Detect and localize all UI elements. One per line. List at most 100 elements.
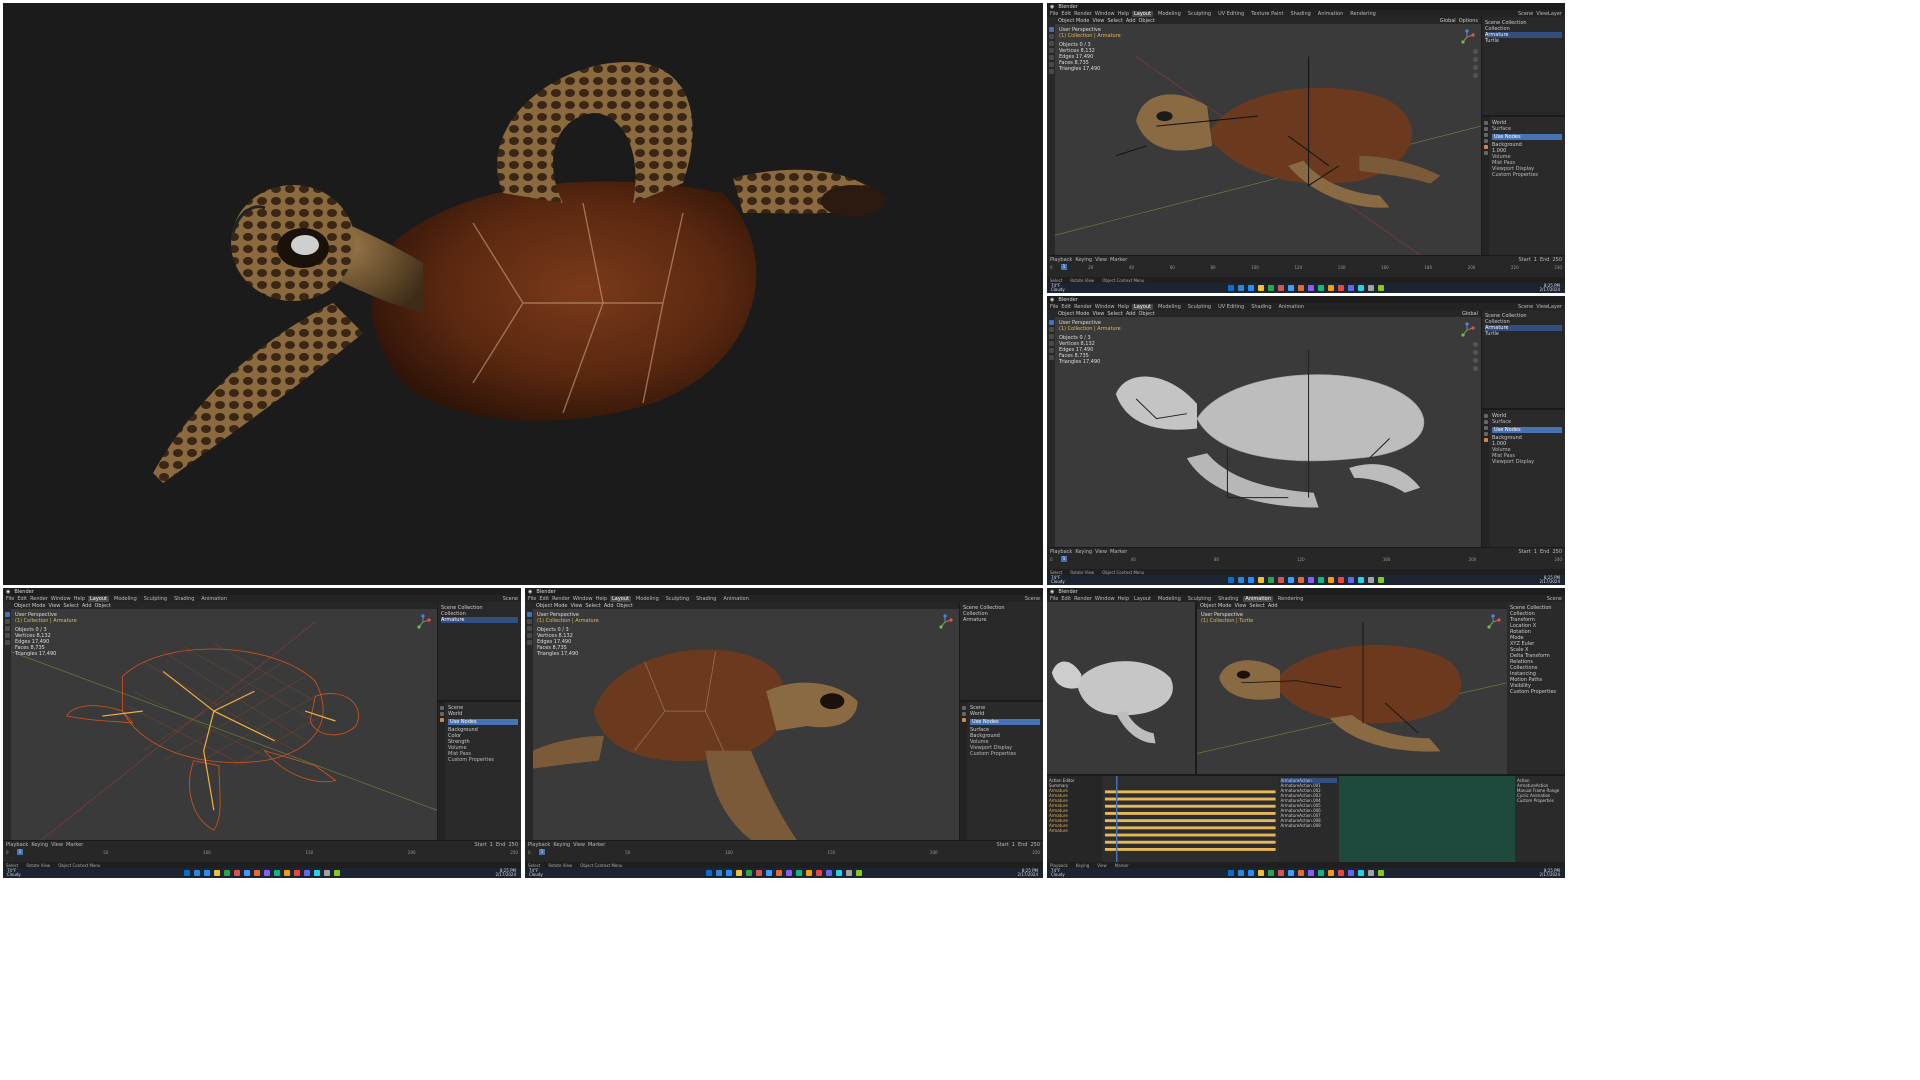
start-button-icon[interactable]: [1228, 870, 1234, 876]
timeline[interactable]: Playback Keying View Marker Start 1 End …: [525, 840, 1043, 862]
start-frame-field[interactable]: 1: [1012, 842, 1015, 848]
taskbar-app-icon[interactable]: [1338, 285, 1344, 291]
menu-edit[interactable]: Edit: [539, 596, 549, 602]
render-tab-icon[interactable]: [439, 711, 444, 716]
playhead[interactable]: 1: [1061, 264, 1067, 270]
workspace-tab-shading[interactable]: Shading: [1216, 596, 1240, 602]
taskbar-app-icon[interactable]: [1298, 870, 1304, 876]
workspace-tab-texture-paint[interactable]: Texture Paint: [1249, 11, 1285, 17]
transform-orientation-dropdown[interactable]: Global: [1462, 311, 1478, 317]
ortho-toggle-icon[interactable]: [1473, 366, 1478, 371]
world-tab-icon[interactable]: [1483, 437, 1488, 442]
system-clock[interactable]: 8:25 PM 2/17/2024: [1539, 576, 1560, 584]
menu-render[interactable]: Render: [1074, 11, 1092, 17]
taskbar-app-icon[interactable]: [264, 870, 270, 876]
taskbar-app-icon[interactable]: [194, 870, 200, 876]
custom-properties-section[interactable]: Custom Properties: [970, 751, 1040, 757]
taskbar-app-icon[interactable]: [1358, 577, 1364, 583]
outliner-armature[interactable]: Armature: [441, 617, 518, 623]
timeline-view-menu[interactable]: View: [1095, 257, 1107, 263]
select-tool-icon[interactable]: [526, 612, 532, 617]
weather-widget[interactable]: 74°F Cloudy: [1051, 284, 1065, 292]
select-tool-icon[interactable]: [1048, 27, 1054, 32]
workspace-tab-shading[interactable]: Shading: [694, 596, 718, 602]
playback-menu[interactable]: Playback: [1050, 257, 1072, 263]
menu-window[interactable]: Window: [1095, 11, 1115, 17]
taskbar-app-icon[interactable]: [1298, 577, 1304, 583]
camera-view-icon[interactable]: [1473, 65, 1478, 70]
taskbar-app-icon[interactable]: [1338, 577, 1344, 583]
keying-menu[interactable]: Keying: [553, 842, 570, 848]
taskbar-app-icon[interactable]: [826, 870, 832, 876]
start-button-icon[interactable]: [184, 870, 190, 876]
taskbar-app-icon[interactable]: [766, 870, 772, 876]
taskbar-app-icon[interactable]: [1348, 870, 1354, 876]
taskbar-app-icon[interactable]: [324, 870, 330, 876]
cursor-tool-icon[interactable]: [526, 619, 532, 624]
taskbar-app-icon[interactable]: [836, 870, 842, 876]
taskbar-app-icon[interactable]: [1248, 285, 1254, 291]
taskbar-app-icon[interactable]: [1328, 577, 1334, 583]
taskbar-app-icon[interactable]: [736, 870, 742, 876]
taskbar-app-icon[interactable]: [1268, 285, 1274, 291]
options-dropdown[interactable]: Options: [1459, 18, 1478, 24]
use-nodes-button[interactable]: Use Nodes: [1492, 133, 1562, 140]
workspace-tab-modeling[interactable]: Modeling: [1156, 11, 1183, 17]
3d-viewport[interactable]: Object Mode View Select Add Object Globa…: [1055, 310, 1481, 547]
taskbar-app-icon[interactable]: [1378, 285, 1384, 291]
playback-menu[interactable]: Playback: [528, 842, 550, 848]
menu-window[interactable]: Window: [573, 596, 593, 602]
navigation-gizmo-icon[interactable]: [1459, 322, 1475, 338]
taskbar-app-icon[interactable]: [224, 870, 230, 876]
use-nodes-button[interactable]: Use Nodes: [1492, 426, 1562, 433]
playhead[interactable]: 1: [17, 849, 23, 855]
graph-area[interactable]: [1338, 775, 1515, 862]
workspace-tab-shading[interactable]: Shading: [1249, 304, 1273, 310]
taskbar-app-icon[interactable]: [314, 870, 320, 876]
custom-properties-section[interactable]: Custom Properties: [1510, 689, 1562, 695]
taskbar-app-icon[interactable]: [776, 870, 782, 876]
scale-tool-icon[interactable]: [4, 640, 10, 645]
object-tab-icon[interactable]: [1483, 150, 1488, 155]
tool-tab-icon[interactable]: [961, 705, 966, 710]
taskbar-app-icon[interactable]: [1308, 870, 1314, 876]
object-menu[interactable]: Object: [617, 603, 633, 609]
weather-widget[interactable]: 74°F Cloudy: [1051, 576, 1065, 584]
output-tab-icon[interactable]: [1483, 425, 1488, 430]
menu-file[interactable]: File: [1050, 11, 1058, 17]
scene-selector[interactable]: Scene: [1518, 11, 1533, 17]
annotate-tool-icon[interactable]: [1048, 355, 1054, 360]
menu-edit[interactable]: Edit: [1061, 304, 1071, 310]
move-tool-icon[interactable]: [1048, 41, 1054, 46]
taskbar-app-icon[interactable]: [1238, 285, 1244, 291]
taskbar-app-icon[interactable]: [294, 870, 300, 876]
weather-widget[interactable]: 74°F Cloudy: [1051, 869, 1065, 877]
workspace-tab-rendering[interactable]: Rendering: [1348, 11, 1378, 17]
system-clock[interactable]: 8:25 PM 2/17/2024: [1539, 284, 1560, 292]
taskbar-app-icon[interactable]: [214, 870, 220, 876]
workspace-tab-uv[interactable]: UV Editing: [1216, 11, 1246, 17]
cursor-tool-icon[interactable]: [4, 619, 10, 624]
view-layer-selector[interactable]: ViewLayer: [1536, 304, 1562, 310]
marker-menu[interactable]: Marker: [66, 842, 83, 848]
workspace-tab-animation[interactable]: Animation: [1243, 595, 1273, 602]
channel-item[interactable]: Armature: [1049, 828, 1100, 833]
workspace-tab-layout[interactable]: Layout: [1132, 10, 1153, 17]
menu-window[interactable]: Window: [51, 596, 71, 602]
playback-menu[interactable]: Playback: [1050, 549, 1072, 555]
workspace-tab-sculpting[interactable]: Sculpting: [1186, 304, 1213, 310]
taskbar-app-icon[interactable]: [1258, 577, 1264, 583]
navigation-gizmo-icon[interactable]: [1485, 614, 1501, 630]
add-menu[interactable]: Add: [1126, 311, 1136, 317]
move-tool-icon[interactable]: [1048, 334, 1054, 339]
scale-tool-icon[interactable]: [1048, 55, 1054, 60]
output-tab-icon[interactable]: [1483, 132, 1488, 137]
menu-help[interactable]: Help: [1118, 304, 1129, 310]
taskbar-app-icon[interactable]: [284, 870, 290, 876]
object-menu[interactable]: Object: [95, 603, 111, 609]
taskbar-app-icon[interactable]: [1308, 577, 1314, 583]
start-button-icon[interactable]: [1228, 577, 1234, 583]
taskbar-app-icon[interactable]: [796, 870, 802, 876]
outliner-turtle[interactable]: Turtle: [1485, 331, 1562, 337]
timeline-view-menu[interactable]: View: [573, 842, 585, 848]
